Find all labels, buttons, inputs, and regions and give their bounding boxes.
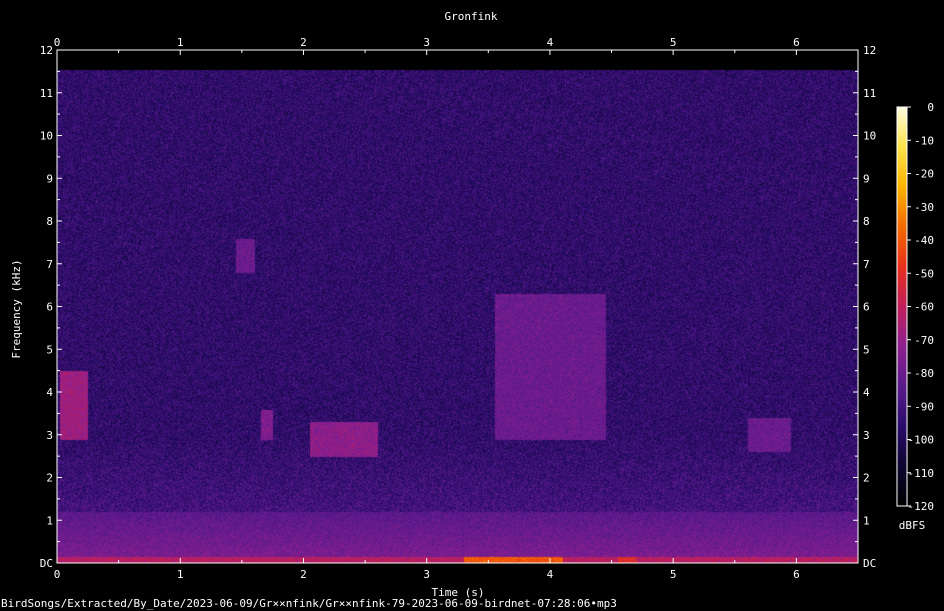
colorbar-tick-label: -80	[914, 367, 934, 380]
colorbar-tick-label: -30	[914, 201, 934, 214]
colorbar-tick-label: -60	[914, 301, 934, 314]
x-tick-label-top: 0	[54, 36, 61, 49]
y-tick-label-left: 4	[46, 386, 53, 399]
plot-area	[57, 50, 858, 563]
colorbar-gradient	[896, 106, 908, 507]
y-tick-label-right: 1	[863, 514, 870, 527]
colorbar-tick-label: -120	[908, 500, 935, 513]
y-tick-label-left: 8	[46, 215, 53, 228]
x-tick-label-bottom: 2	[300, 568, 307, 581]
y-tick-label-right: 10	[863, 130, 876, 143]
colorbar-tick-label: -70	[914, 334, 934, 347]
y-tick-label-right: 5	[863, 343, 870, 356]
y-tick-label-left: 9	[46, 172, 53, 185]
x-tick-label-top: 2	[300, 36, 307, 49]
y-tick-label-right: 7	[863, 258, 870, 271]
file-path-text: BirdSongs/Extracted/By_Date/2023-06-09/G…	[1, 597, 617, 610]
x-tick-label-top: 1	[177, 36, 184, 49]
spectrogram-image	[57, 50, 858, 563]
chart-title: Gronfink	[445, 10, 498, 23]
colorbar-tick-label: -50	[914, 267, 934, 280]
x-tick-label-bottom: 3	[423, 568, 430, 581]
y-tick-label-right: 12	[863, 44, 876, 57]
colorbar-tick-label: -20	[914, 168, 934, 181]
y-tick-label-right: 8	[863, 215, 870, 228]
colorbar-tick-label: -110	[908, 467, 935, 480]
y-axis-label: Frequency (kHz)	[10, 259, 23, 358]
y-tick-label-right: 9	[863, 172, 870, 185]
x-tick-label-bottom: 1	[177, 568, 184, 581]
x-tick-label-top: 4	[547, 36, 554, 49]
x-tick-label-bottom: 6	[793, 568, 800, 581]
colorbar-tick-label: 0	[927, 101, 934, 114]
y-tick-label-left: 10	[40, 130, 53, 143]
y-tick-label-left: DC	[40, 557, 53, 570]
colorbar-label: dBFS	[899, 519, 926, 532]
y-tick-label-left: 11	[40, 87, 53, 100]
y-tick-label-right: 6	[863, 301, 870, 314]
colorbar-tick-label: -40	[914, 234, 934, 247]
y-tick-label-right: 2	[863, 472, 870, 485]
x-tick-label-top: 6	[793, 36, 800, 49]
x-tick-label-bottom: 5	[670, 568, 677, 581]
x-tick-label-top: 3	[423, 36, 430, 49]
x-tick-label-top: 5	[670, 36, 677, 49]
y-tick-label-left: 6	[46, 301, 53, 314]
x-tick-label-bottom: 4	[547, 568, 554, 581]
colorbar-tick-label: -90	[914, 400, 934, 413]
y-tick-label-right: 11	[863, 87, 876, 100]
y-tick-label-right: DC	[863, 557, 876, 570]
spectrogram-chart: Gronfink 00112233445566DC DC1 12 23 34 45 56 67…	[0, 0, 944, 611]
x-tick-label-bottom: 0	[54, 568, 61, 581]
colorbar-tick-label: -100	[908, 434, 935, 447]
y-tick-label-left: 12	[40, 44, 53, 57]
y-tick-label-left: 5	[46, 343, 53, 356]
y-tick-label-right: 4	[863, 386, 870, 399]
colorbar-tick-label: -10	[914, 134, 934, 147]
y-tick-label-left: 2	[46, 472, 53, 485]
y-tick-label-left: 1	[46, 514, 53, 527]
y-tick-label-right: 3	[863, 429, 870, 442]
y-tick-label-left: 7	[46, 258, 53, 271]
y-tick-label-left: 3	[46, 429, 53, 442]
